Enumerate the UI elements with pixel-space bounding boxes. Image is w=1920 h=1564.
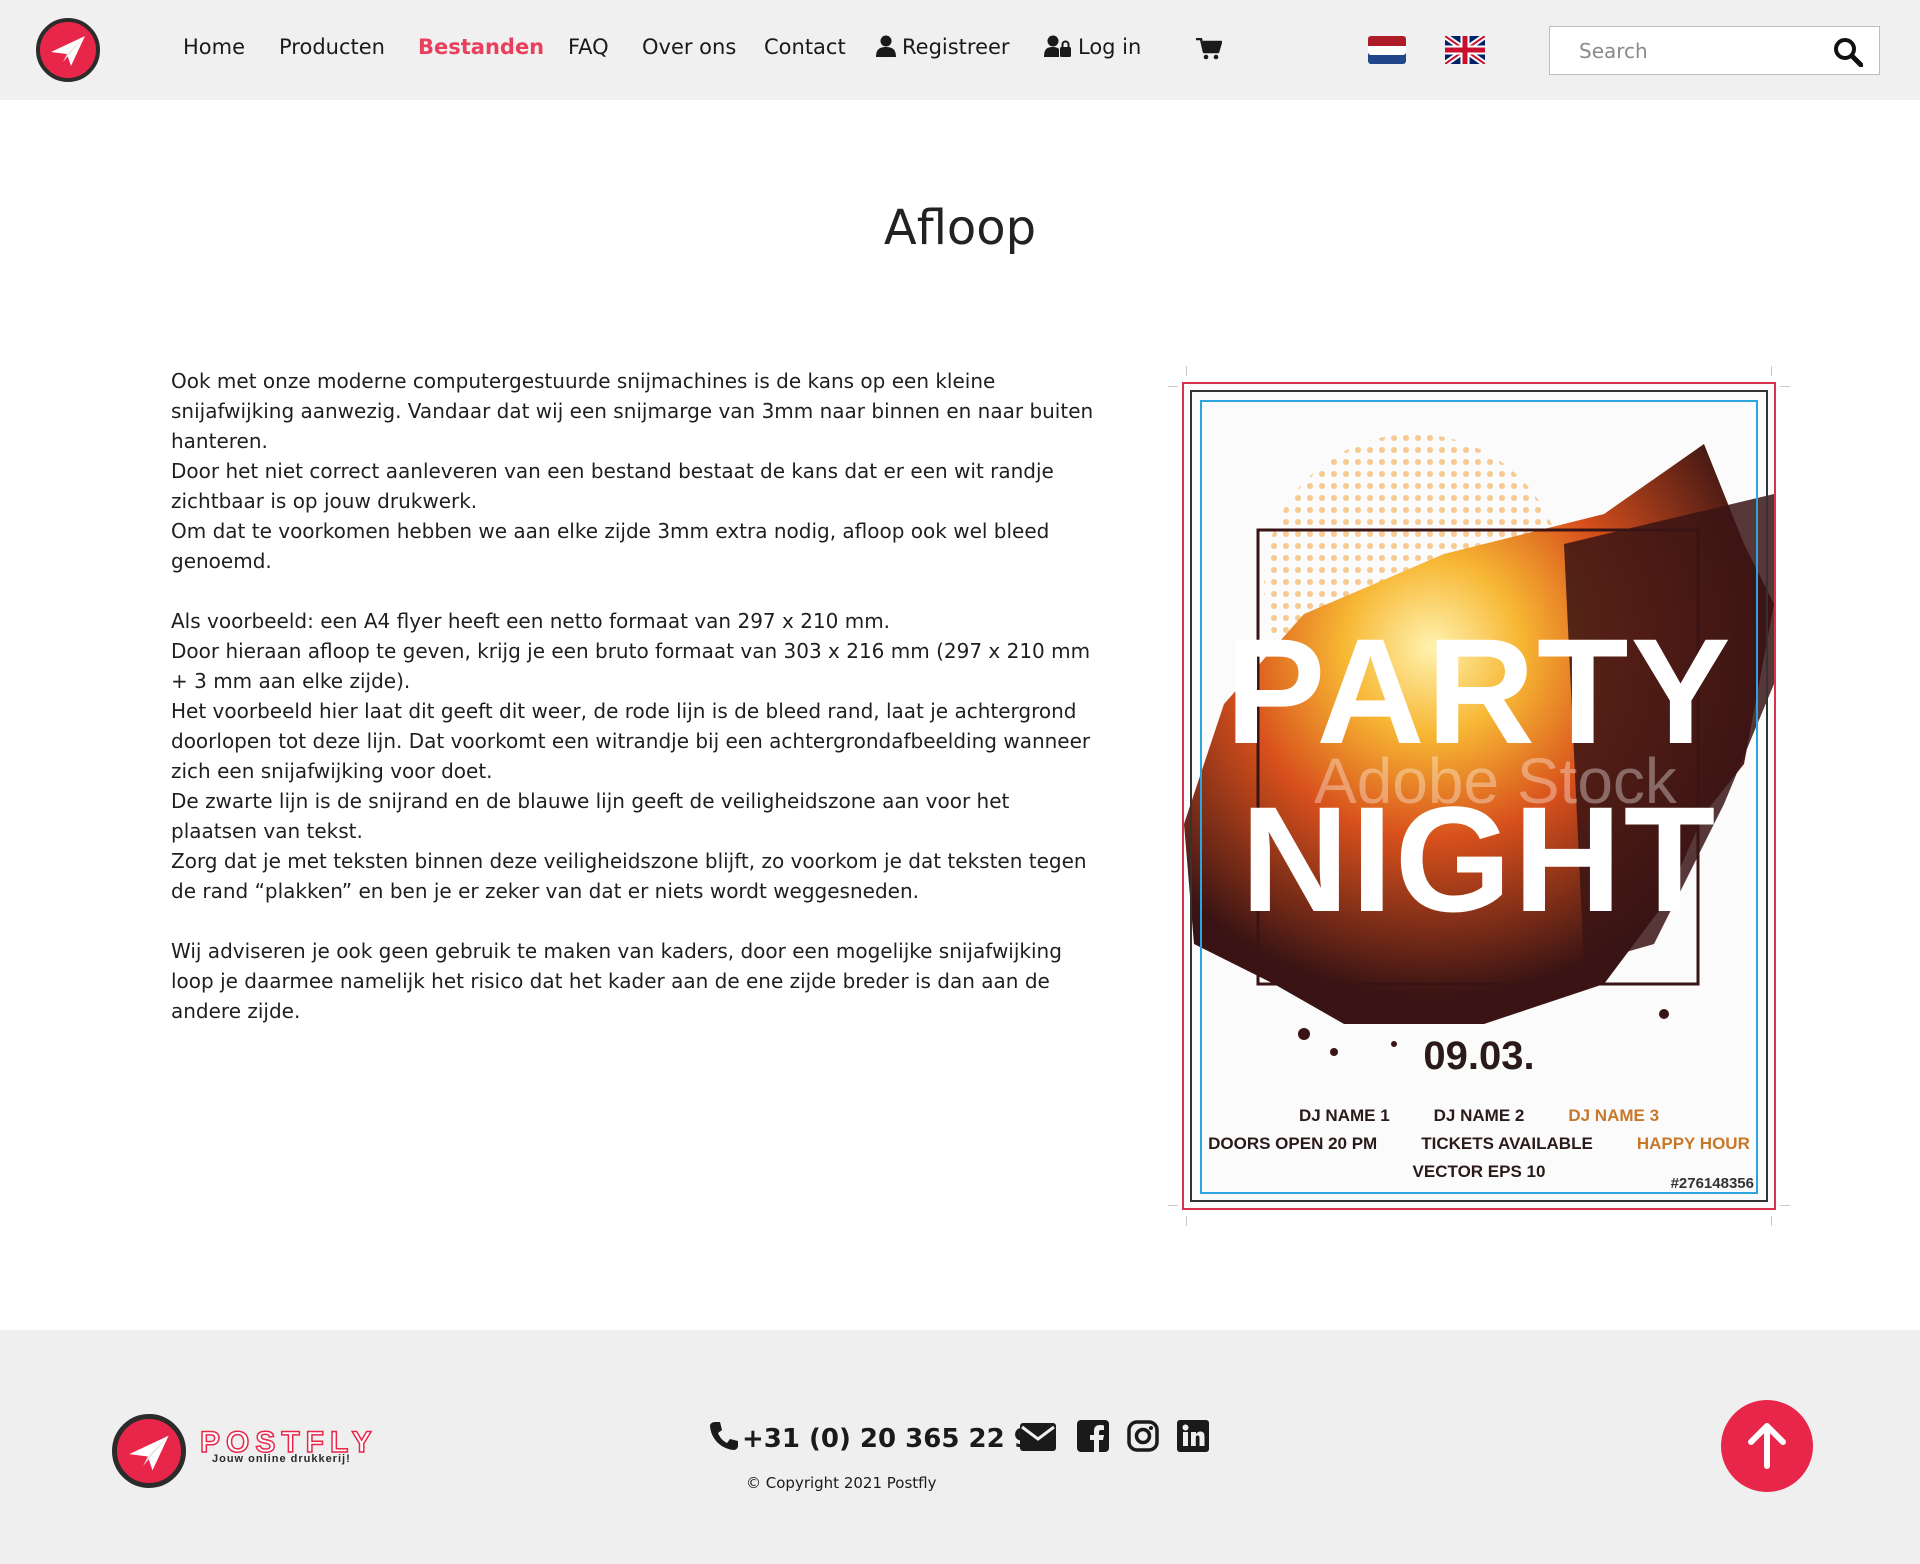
crop-mark — [1771, 366, 1772, 376]
arrow-up-icon — [1748, 1423, 1786, 1469]
page-title: Afloop — [883, 200, 1037, 256]
footer-logo[interactable] — [112, 1414, 186, 1488]
dutch-flag-icon — [1368, 36, 1406, 64]
paragraph: Zorg dat je met teksten binnen deze veil… — [171, 849, 1087, 903]
nav-over-ons[interactable]: Over ons — [642, 35, 736, 59]
facebook-link[interactable] — [1077, 1420, 1109, 1456]
language-nl[interactable] — [1368, 36, 1406, 64]
safe-zone-line — [1200, 400, 1758, 1194]
paragraph: Ook met onze moderne computergestuurde s… — [171, 369, 1094, 453]
shopping-cart-icon — [1196, 37, 1223, 60]
footer-phone-link[interactable]: +31 (0) 20 365 22 93 — [708, 1420, 1050, 1454]
linkedin-link[interactable] — [1177, 1420, 1209, 1456]
paragraph: Wij adviseren je ook geen gebruik te mak… — [171, 939, 1062, 1023]
nav-faq[interactable]: FAQ — [568, 35, 609, 59]
paper-plane-icon — [129, 1435, 169, 1471]
paragraph: Door het niet correct aanleveren van een… — [171, 459, 1054, 513]
nav-contact[interactable]: Contact — [764, 35, 846, 59]
article-body: Ook met onze moderne computergestuurde s… — [171, 366, 1101, 1026]
user-icon — [876, 35, 896, 62]
postfly-logo[interactable] — [36, 18, 100, 82]
crop-mark — [1168, 1205, 1178, 1206]
user-lock-icon — [1044, 35, 1072, 62]
nav-home[interactable]: Home — [183, 35, 245, 59]
crop-mark — [1771, 1216, 1772, 1226]
search-button[interactable] — [1833, 37, 1864, 71]
search-box — [1549, 26, 1880, 75]
crop-mark — [1780, 1205, 1790, 1206]
nav-registreer-label: Registreer — [902, 35, 1010, 59]
paper-plane-icon — [51, 36, 85, 66]
nav-log-in-label: Log in — [1078, 35, 1142, 59]
crop-mark — [1168, 386, 1178, 387]
uk-flag-icon — [1443, 33, 1487, 67]
bleed-example-flyer: Adobe Stock PARTY NIGHT 09.03. DJ NAME 1… — [1168, 366, 1790, 1226]
nav-producten[interactable]: Producten — [279, 35, 385, 59]
paragraph: Door hieraan afloop te geven, krijg je e… — [171, 639, 1091, 693]
linkedin-icon — [1177, 1420, 1209, 1452]
nav-registreer[interactable]: Registreer — [876, 35, 1010, 62]
site-footer: POSTFLY Jouw online drukkerij! +31 (0) 2… — [0, 1330, 1920, 1564]
crop-mark — [1186, 1216, 1187, 1226]
facebook-icon — [1077, 1420, 1109, 1452]
search-input[interactable] — [1551, 28, 1811, 73]
language-en[interactable] — [1443, 33, 1487, 67]
crop-mark — [1780, 386, 1790, 387]
crop-mark — [1186, 366, 1187, 376]
nav-bestanden[interactable]: Bestanden — [418, 35, 544, 59]
copyright-text: © Copyright 2021 Postfly — [746, 1474, 937, 1492]
cart-button[interactable] — [1196, 37, 1223, 65]
footer-tagline: Jouw online drukkerij! — [212, 1453, 351, 1465]
nav-log-in[interactable]: Log in — [1044, 35, 1141, 62]
footer-phone-number: +31 (0) 20 365 22 93 — [742, 1424, 1050, 1454]
paragraph: Als voorbeeld: een A4 flyer heeft een ne… — [171, 609, 891, 633]
phone-icon — [710, 1422, 738, 1450]
mail-link[interactable] — [1020, 1423, 1056, 1455]
search-icon — [1834, 38, 1864, 68]
instagram-link[interactable] — [1127, 1420, 1159, 1456]
scroll-to-top-button[interactable] — [1721, 1400, 1813, 1492]
instagram-icon — [1127, 1420, 1159, 1452]
mail-icon — [1020, 1423, 1056, 1451]
paragraph: Om dat te voorkomen hebben we aan elke z… — [171, 519, 1050, 573]
paragraph: Het voorbeeld hier laat dit geeft dit we… — [171, 699, 1091, 783]
site-header: Home Producten Bestanden FAQ Over ons Co… — [0, 0, 1920, 100]
paragraph: De zwarte lijn is de snijrand en de blau… — [171, 789, 1010, 843]
